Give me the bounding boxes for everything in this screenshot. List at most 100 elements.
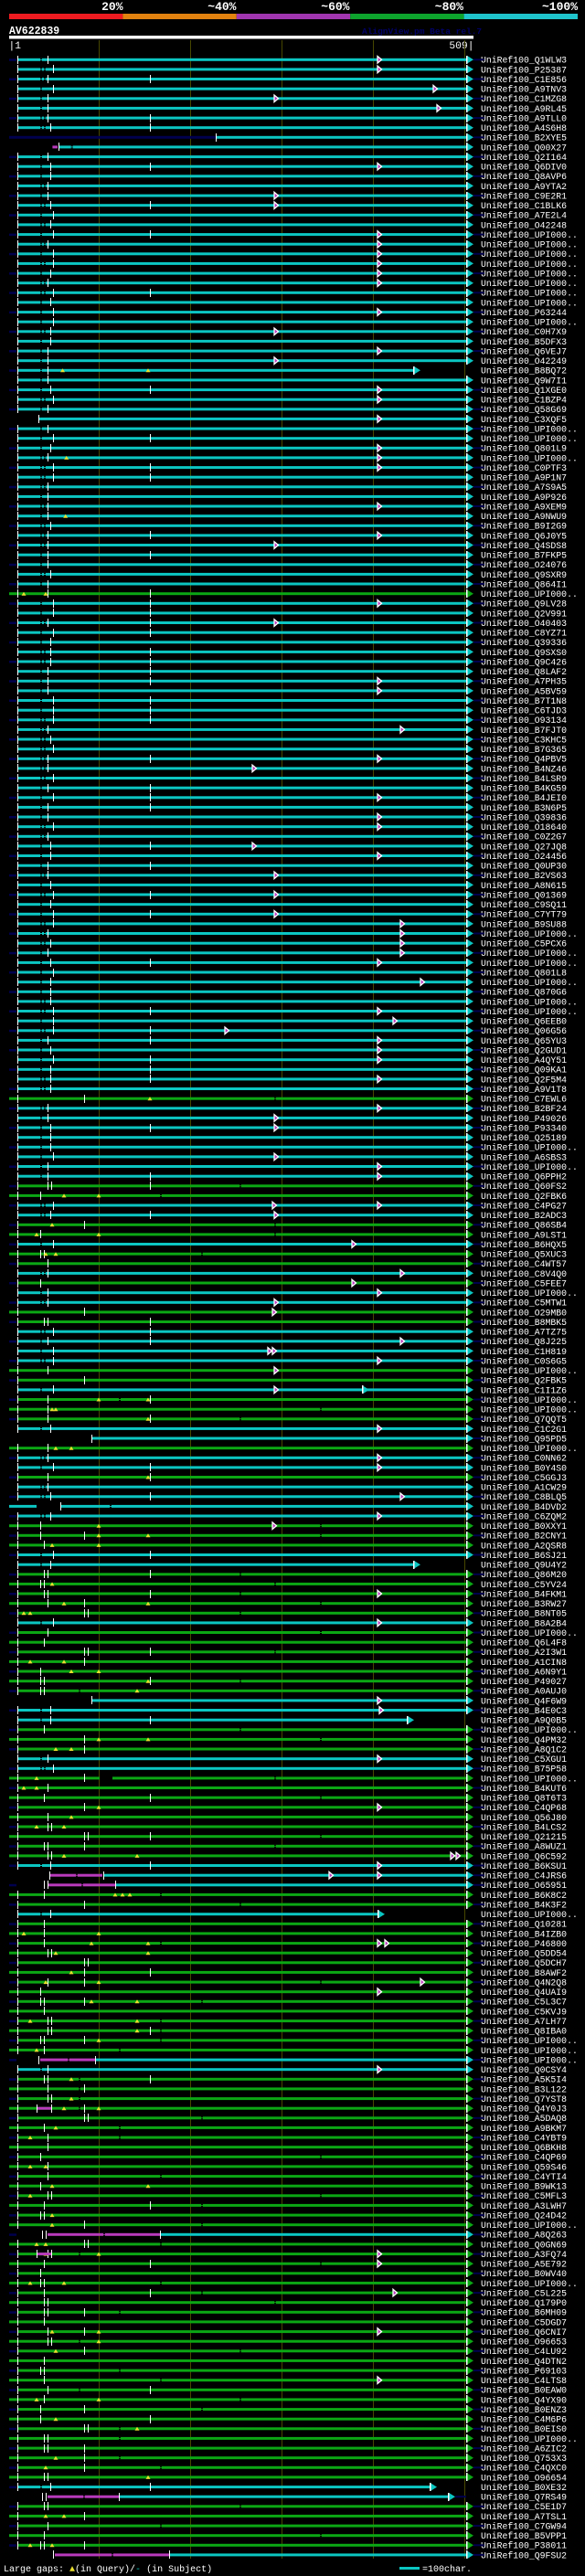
svg-text:UniRef100_A9BKM7: UniRef100_A9BKM7 bbox=[481, 2124, 567, 2134]
svg-text:UniRef100_UPI000..: UniRef100_UPI000.. bbox=[481, 949, 578, 959]
svg-text:UniRef100_B9SU88: UniRef100_B9SU88 bbox=[481, 919, 567, 929]
svg-text:20%: 20% bbox=[101, 0, 123, 14]
svg-text:UniRef100_B0XXY1: UniRef100_B0XXY1 bbox=[481, 1521, 567, 1532]
svg-text:UniRef100_B0EIS0: UniRef100_B0EIS0 bbox=[481, 2424, 567, 2434]
svg-text:UniRef100_B8NT05: UniRef100_B8NT05 bbox=[481, 1609, 567, 1619]
svg-text:UniRef100_Q4UAI9: UniRef100_Q4UAI9 bbox=[481, 1988, 567, 1998]
svg-text:UniRef100_C4QP68: UniRef100_C4QP68 bbox=[481, 1803, 567, 1813]
svg-text:UniRef100_B2XYE5: UniRef100_B2XYE5 bbox=[481, 133, 567, 143]
svg-text:UniRef100_A9NWU9: UniRef100_A9NWU9 bbox=[481, 512, 567, 522]
svg-text:UniRef100_A4S6H8: UniRef100_A4S6H8 bbox=[481, 123, 567, 133]
svg-text:UniRef100_Q9FSU2: UniRef100_Q9FSU2 bbox=[481, 2550, 567, 2560]
svg-text:UniRef100_Q864I1: UniRef100_Q864I1 bbox=[481, 579, 567, 589]
svg-text:UniRef100_UPI000..: UniRef100_UPI000.. bbox=[481, 1162, 578, 1172]
svg-text:UniRef100_C4QP69: UniRef100_C4QP69 bbox=[481, 2153, 567, 2163]
svg-text:UniRef100_Q870G6: UniRef100_Q870G6 bbox=[481, 988, 567, 998]
svg-text:UniRef100_C4WT57: UniRef100_C4WT57 bbox=[481, 1259, 567, 1269]
svg-text:UniRef100_Q6CNI7: UniRef100_Q6CNI7 bbox=[481, 2327, 567, 2337]
svg-text:UniRef100_Q6VEJ7: UniRef100_Q6VEJ7 bbox=[481, 346, 567, 356]
svg-text:UniRef100_C0PTF3: UniRef100_C0PTF3 bbox=[481, 463, 567, 473]
svg-text:UniRef100_C1BZP4: UniRef100_C1BZP4 bbox=[481, 396, 567, 406]
svg-text:UniRef100_A1CIN8: UniRef100_A1CIN8 bbox=[481, 1658, 567, 1668]
svg-text:UniRef100_Q27JQ8: UniRef100_Q27JQ8 bbox=[481, 842, 567, 852]
svg-text:UniRef100_Q6L4F8: UniRef100_Q6L4F8 bbox=[481, 1638, 567, 1648]
svg-text:UniRef100_A9TNV3: UniRef100_A9TNV3 bbox=[481, 85, 567, 95]
svg-text:UniRef100_UPI000..: UniRef100_UPI000.. bbox=[481, 453, 578, 463]
svg-text:UniRef100_B2VS63: UniRef100_B2VS63 bbox=[481, 871, 567, 881]
svg-text:UniRef100_C4QXC0: UniRef100_C4QXC0 bbox=[481, 2464, 567, 2474]
svg-text:UniRef100_C3XQF5: UniRef100_C3XQF5 bbox=[481, 415, 567, 425]
svg-text:UniRef100_B75P58: UniRef100_B75P58 bbox=[481, 1765, 567, 1775]
svg-text:UniRef100_C1MZG8: UniRef100_C1MZG8 bbox=[481, 94, 567, 104]
svg-text:UniRef100_C0S6G5: UniRef100_C0S6G5 bbox=[481, 1357, 567, 1367]
svg-text:UniRef100_Q06G56: UniRef100_Q06G56 bbox=[481, 1026, 567, 1036]
svg-text:UniRef100_C9E2R1: UniRef100_C9E2R1 bbox=[481, 192, 567, 202]
svg-text:UniRef100_A6SBS3: UniRef100_A6SBS3 bbox=[481, 1152, 567, 1162]
svg-text:UniRef100_UPI000..: UniRef100_UPI000.. bbox=[481, 2046, 578, 2056]
svg-text:UniRef100_Q8T6T3: UniRef100_Q8T6T3 bbox=[481, 1794, 567, 1804]
svg-text:UniRef100_B2CNY1: UniRef100_B2CNY1 bbox=[481, 1532, 567, 1542]
svg-text:=100char.: =100char. bbox=[422, 2564, 472, 2575]
svg-text:UniRef100_Q1XGE0: UniRef100_Q1XGE0 bbox=[481, 386, 567, 396]
svg-text:UniRef100_B7T1N8: UniRef100_B7T1N8 bbox=[481, 696, 567, 706]
svg-text:UniRef100_Q9SXR9: UniRef100_Q9SXR9 bbox=[481, 570, 567, 580]
svg-text:UniRef100_UPI000..: UniRef100_UPI000.. bbox=[481, 1288, 578, 1299]
svg-text:UniRef100_C4YBT9: UniRef100_C4YBT9 bbox=[481, 2134, 567, 2144]
svg-text:UniRef100_B0XE32: UniRef100_B0XE32 bbox=[481, 2483, 567, 2493]
svg-text:UniRef100_O29MB0: UniRef100_O29MB0 bbox=[481, 1308, 567, 1318]
svg-text:UniRef100_O96653: UniRef100_O96653 bbox=[481, 2337, 567, 2348]
svg-text:UniRef100_C1I1Z6: UniRef100_C1I1Z6 bbox=[481, 1385, 567, 1395]
svg-text:UniRef100_B5VPP1: UniRef100_B5VPP1 bbox=[481, 2531, 567, 2541]
svg-text:UniRef100_Q0UP30: UniRef100_Q0UP30 bbox=[481, 862, 567, 872]
svg-text:UniRef100_B2BF24: UniRef100_B2BF24 bbox=[481, 1104, 567, 1114]
svg-text:UniRef100_A9P926: UniRef100_A9P926 bbox=[481, 493, 567, 503]
svg-text:UniRef100_C5MTW1: UniRef100_C5MTW1 bbox=[481, 1299, 567, 1309]
svg-text:UniRef100_B3N6P5: UniRef100_B3N6P5 bbox=[481, 803, 567, 813]
svg-text:UniRef100_B4KG59: UniRef100_B4KG59 bbox=[481, 784, 567, 794]
svg-text:UniRef100_UPI000..: UniRef100_UPI000.. bbox=[481, 260, 578, 270]
svg-text:UniRef100_Q21215: UniRef100_Q21215 bbox=[481, 1832, 567, 1842]
svg-text:~100%: ~100% bbox=[542, 0, 578, 14]
svg-text:UniRef100_Q9SXS0: UniRef100_Q9SXS0 bbox=[481, 648, 567, 658]
svg-text:UniRef100_B6MH09: UniRef100_B6MH09 bbox=[481, 2308, 567, 2318]
svg-text:|1: |1 bbox=[9, 41, 22, 52]
svg-text:UniRef100_C5MFL3: UniRef100_C5MFL3 bbox=[481, 2191, 567, 2201]
svg-text:UniRef100_C1H819: UniRef100_C1H819 bbox=[481, 1347, 567, 1357]
svg-text:UniRef100_P49027: UniRef100_P49027 bbox=[481, 1677, 567, 1687]
svg-text:UniRef100_UPI000..: UniRef100_UPI000.. bbox=[481, 929, 578, 939]
svg-text:UniRef100_C4LU92: UniRef100_C4LU92 bbox=[481, 2347, 567, 2357]
svg-text:UniRef100_Q4N2Q8: UniRef100_Q4N2Q8 bbox=[481, 1978, 567, 1988]
svg-text:~60%: ~60% bbox=[321, 0, 349, 14]
svg-text:UniRef100_Q5XUC3: UniRef100_Q5XUC3 bbox=[481, 1250, 567, 1260]
svg-text:UniRef100_Q6PPH2: UniRef100_Q6PPH2 bbox=[481, 1172, 567, 1182]
svg-text:Large gaps: ▲(in Query)/- (in: Large gaps: ▲(in Query)/- (in Subject) bbox=[4, 2564, 212, 2575]
svg-text:UniRef100_Q7QQT5: UniRef100_Q7QQT5 bbox=[481, 1415, 567, 1425]
svg-text:UniRef100_C5KVJ9: UniRef100_C5KVJ9 bbox=[481, 2007, 567, 2017]
svg-text:UniRef100_A9P1N7: UniRef100_A9P1N7 bbox=[481, 473, 567, 483]
svg-text:UniRef100_Q01369: UniRef100_Q01369 bbox=[481, 890, 567, 900]
svg-text:UniRef100_C6TJD3: UniRef100_C6TJD3 bbox=[481, 706, 567, 716]
svg-text:UniRef100_C4JRS6: UniRef100_C4JRS6 bbox=[481, 1871, 567, 1882]
svg-text:UniRef100_B4NZ46: UniRef100_B4NZ46 bbox=[481, 764, 567, 774]
svg-text:UniRef100_C8BLQ5: UniRef100_C8BLQ5 bbox=[481, 1492, 567, 1502]
svg-text:UniRef100_B8BQ72: UniRef100_B8BQ72 bbox=[481, 366, 567, 376]
svg-text:UniRef100_UPI000..: UniRef100_UPI000.. bbox=[481, 1444, 578, 1454]
svg-text:UniRef100_B4LSR9: UniRef100_B4LSR9 bbox=[481, 774, 567, 784]
svg-text:UniRef100_Q5DD54: UniRef100_Q5DD54 bbox=[481, 1949, 567, 1959]
svg-text:UniRef100_A8WUZ1: UniRef100_A8WUZ1 bbox=[481, 1842, 567, 1852]
svg-text:UniRef100_Q65YU3: UniRef100_Q65YU3 bbox=[481, 1036, 567, 1046]
svg-text:UniRef100_Q4PBV5: UniRef100_Q4PBV5 bbox=[481, 755, 567, 765]
svg-text:UniRef100_A7E2L4: UniRef100_A7E2L4 bbox=[481, 211, 567, 221]
svg-text:UniRef100_A9XEM9: UniRef100_A9XEM9 bbox=[481, 502, 567, 512]
svg-text:UniRef100_A3LWH7: UniRef100_A3LWH7 bbox=[481, 2201, 567, 2211]
svg-text:UniRef100_Q39336: UniRef100_Q39336 bbox=[481, 638, 567, 648]
svg-text:UniRef100_A7S9A5: UniRef100_A7S9A5 bbox=[481, 482, 567, 493]
svg-text:UniRef100_B6HQX5: UniRef100_B6HQX5 bbox=[481, 1240, 567, 1250]
svg-text:UniRef100_Q801L9: UniRef100_Q801L9 bbox=[481, 444, 567, 454]
svg-text:AlignView.pm Beta rel.7: AlignView.pm Beta rel.7 bbox=[362, 27, 482, 37]
svg-text:UniRef100_UPI000..: UniRef100_UPI000.. bbox=[481, 279, 578, 289]
svg-text:UniRef100_C5YV24: UniRef100_C5YV24 bbox=[481, 1580, 567, 1590]
svg-text:UniRef100_UPI000..: UniRef100_UPI000.. bbox=[481, 249, 578, 260]
svg-text:UniRef100_O93134: UniRef100_O93134 bbox=[481, 716, 567, 726]
svg-text:UniRef100_UPI000..: UniRef100_UPI000.. bbox=[481, 2434, 578, 2444]
